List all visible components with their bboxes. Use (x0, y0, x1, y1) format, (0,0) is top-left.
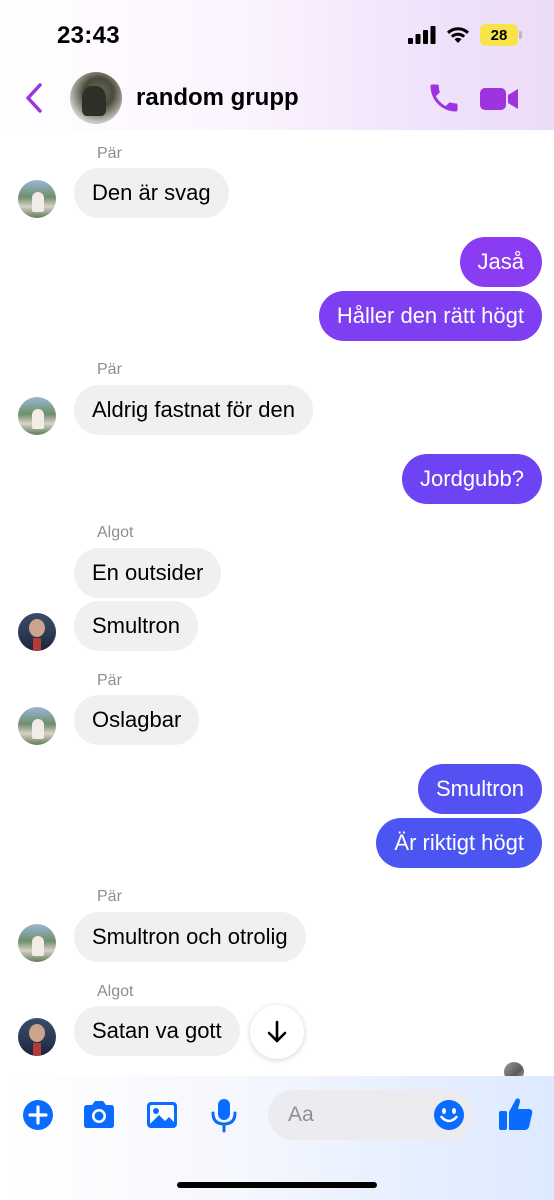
battery-indicator: 28 (480, 24, 522, 46)
status-time: 23:43 (57, 22, 120, 49)
message-incoming[interactable]: Oslagbar (74, 695, 200, 745)
phone-icon (430, 84, 458, 112)
message-outgoing[interactable]: Håller den rätt högt (318, 291, 542, 341)
sender-name: Pär (97, 888, 122, 905)
message-outgoing[interactable]: Är riktigt högt (376, 818, 542, 868)
avatar-par[interactable] (18, 707, 56, 745)
signal-icon (408, 26, 436, 44)
scroll-to-bottom-button[interactable] (250, 1005, 304, 1059)
message-outgoing[interactable]: Jaså (459, 237, 542, 287)
battery-level: 28 (490, 26, 508, 44)
message-incoming[interactable]: Satan va gott (74, 1006, 240, 1056)
sender-name: Algot (97, 983, 134, 1000)
plus-icon (23, 1100, 53, 1130)
camera-button[interactable] (79, 1096, 119, 1134)
chat-title[interactable]: random grupp (136, 84, 299, 112)
back-chevron-icon (26, 83, 42, 113)
sender-name: Pär (97, 672, 122, 689)
back-button[interactable] (20, 80, 50, 116)
arrow-down-icon (267, 1020, 287, 1043)
group-avatar[interactable] (70, 72, 122, 124)
add-button[interactable] (18, 1096, 58, 1134)
message-input[interactable]: Aa (268, 1090, 474, 1140)
message-incoming[interactable]: En outsider (74, 548, 222, 598)
image-icon (147, 1102, 177, 1128)
audio-call-button[interactable] (426, 80, 462, 116)
message-outgoing[interactable]: Jordgubb? (402, 454, 542, 504)
video-camera-icon (480, 88, 518, 110)
avatar-algot[interactable] (18, 613, 56, 651)
home-indicator (177, 1182, 377, 1188)
video-call-button[interactable] (478, 84, 520, 114)
emoji-button[interactable] (432, 1098, 466, 1132)
gallery-button[interactable] (142, 1096, 182, 1134)
message-incoming[interactable]: Smultron och otrolig (74, 912, 306, 962)
camera-icon (84, 1101, 114, 1128)
sender-name: Algot (97, 524, 134, 541)
sender-name: Pär (97, 361, 122, 378)
thumbs-up-icon (499, 1098, 533, 1130)
smile-icon (434, 1100, 464, 1130)
like-button[interactable] (496, 1094, 536, 1134)
status-icons: 28 (408, 24, 522, 46)
avatar-par[interactable] (18, 180, 56, 218)
sender-name: Pär (97, 145, 122, 162)
message-incoming[interactable]: Aldrig fastnat för den (74, 385, 314, 435)
message-input-placeholder: Aa (288, 1103, 314, 1126)
message-outgoing[interactable]: Smultron (417, 764, 542, 814)
message-incoming[interactable]: Smultron (74, 601, 199, 651)
avatar-algot[interactable] (18, 1018, 56, 1056)
wifi-icon (447, 27, 469, 43)
voice-message-button[interactable] (204, 1096, 244, 1134)
avatar-par[interactable] (18, 397, 56, 435)
message-incoming[interactable]: Den är svag (74, 168, 229, 218)
avatar-par[interactable] (18, 924, 56, 962)
microphone-icon (211, 1099, 237, 1133)
